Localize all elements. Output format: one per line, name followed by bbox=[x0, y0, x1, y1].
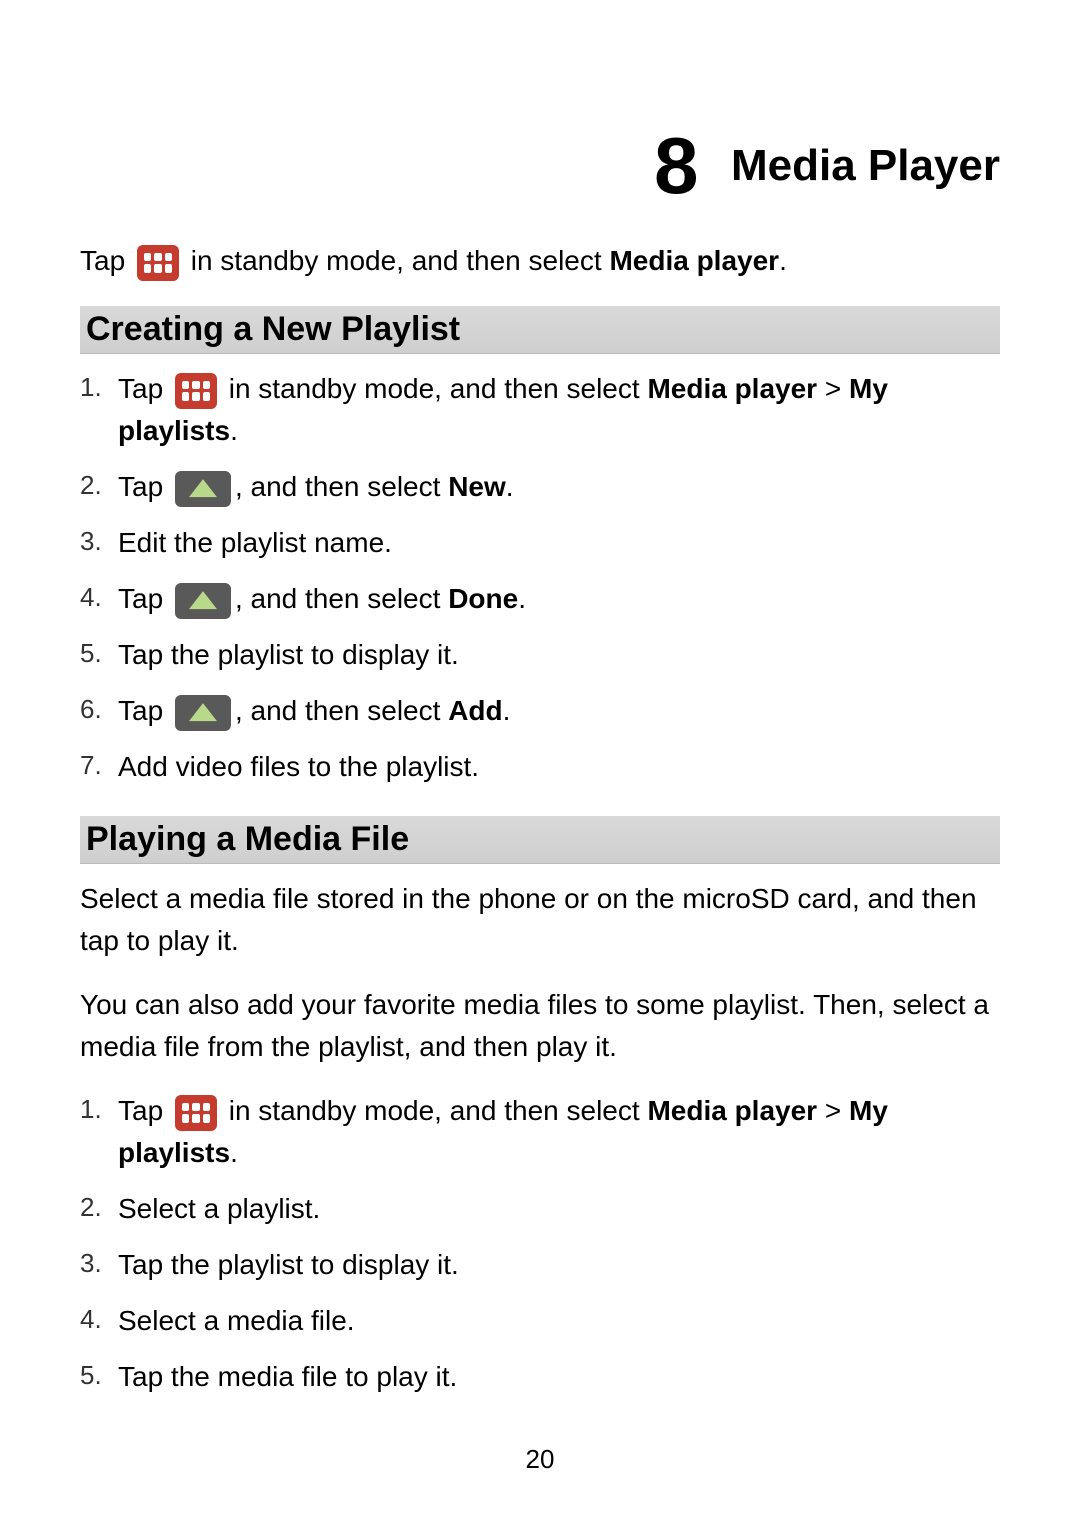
step-item: Select a playlist. bbox=[80, 1188, 1000, 1230]
text-bold: Media player bbox=[647, 1095, 817, 1126]
text-bold: Media player bbox=[609, 245, 779, 276]
paragraph: Select a media file stored in the phone … bbox=[80, 878, 1000, 962]
text: Tap bbox=[118, 373, 171, 404]
text: . bbox=[518, 583, 526, 614]
apps-grid-icon bbox=[175, 1095, 217, 1131]
text: Tap the media file to play it. bbox=[118, 1361, 457, 1392]
text: in standby mode, and then select bbox=[229, 373, 648, 404]
text: Tap the playlist to display it. bbox=[118, 1249, 459, 1280]
text: in standby mode, and then select bbox=[191, 245, 610, 276]
text: in standby mode, and then select bbox=[229, 1095, 648, 1126]
chapter-number: 8 bbox=[654, 120, 699, 212]
steps-creating-playlist: Tap in standby mode, and then select Med… bbox=[80, 368, 1000, 788]
text-bold: New bbox=[448, 471, 506, 502]
menu-triangle-icon bbox=[175, 583, 231, 619]
text: . bbox=[230, 1137, 238, 1168]
text: Tap the playlist to display it. bbox=[118, 639, 459, 670]
text: Tap bbox=[118, 471, 171, 502]
menu-triangle-icon bbox=[175, 695, 231, 731]
text: . bbox=[503, 695, 511, 726]
intro-paragraph: Tap in standby mode, and then select Med… bbox=[80, 240, 1000, 282]
step-item: Tap , and then select Done. bbox=[80, 578, 1000, 620]
text-bold: Done bbox=[448, 583, 518, 614]
step-item: Tap the media file to play it. bbox=[80, 1356, 1000, 1398]
step-item: Tap in standby mode, and then select Med… bbox=[80, 1090, 1000, 1174]
text-bold: Add bbox=[448, 695, 502, 726]
apps-grid-icon bbox=[175, 373, 217, 409]
text: , and then select bbox=[235, 695, 448, 726]
text-bold: Media player bbox=[647, 373, 817, 404]
text: > bbox=[817, 1095, 849, 1126]
text: Select a playlist. bbox=[118, 1193, 320, 1224]
text: . bbox=[506, 471, 514, 502]
step-item: Tap the playlist to display it. bbox=[80, 1244, 1000, 1286]
document-page: 8 Media Player Tap in standby mode, and … bbox=[0, 0, 1080, 1398]
text: Add video files to the playlist. bbox=[118, 751, 479, 782]
text: Select a media file. bbox=[118, 1305, 355, 1336]
step-item: Add video files to the playlist. bbox=[80, 746, 1000, 788]
step-item: Edit the playlist name. bbox=[80, 522, 1000, 564]
chapter-header: 8 Media Player bbox=[80, 120, 1000, 212]
text: , and then select bbox=[235, 583, 448, 614]
step-item: Tap in standby mode, and then select Med… bbox=[80, 368, 1000, 452]
text: Tap bbox=[80, 245, 133, 276]
step-item: Select a media file. bbox=[80, 1300, 1000, 1342]
step-item: Tap the playlist to display it. bbox=[80, 634, 1000, 676]
text: , and then select bbox=[235, 471, 448, 502]
steps-playing-media: Tap in standby mode, and then select Med… bbox=[80, 1090, 1000, 1398]
text: . bbox=[230, 415, 238, 446]
text: Tap bbox=[118, 583, 171, 614]
text: Tap bbox=[118, 695, 171, 726]
chapter-title: Media Player bbox=[731, 141, 1000, 191]
page-number: 20 bbox=[0, 1444, 1080, 1475]
text: Edit the playlist name. bbox=[118, 527, 392, 558]
menu-triangle-icon bbox=[175, 471, 231, 507]
text: . bbox=[779, 245, 787, 276]
step-item: Tap , and then select New. bbox=[80, 466, 1000, 508]
paragraph: You can also add your favorite media fil… bbox=[80, 984, 1000, 1068]
text: Tap bbox=[118, 1095, 171, 1126]
section-heading-playing: Playing a Media File bbox=[80, 816, 1000, 864]
section-heading-creating: Creating a New Playlist bbox=[80, 306, 1000, 354]
text: > bbox=[817, 373, 849, 404]
step-item: Tap , and then select Add. bbox=[80, 690, 1000, 732]
apps-grid-icon bbox=[137, 245, 179, 281]
